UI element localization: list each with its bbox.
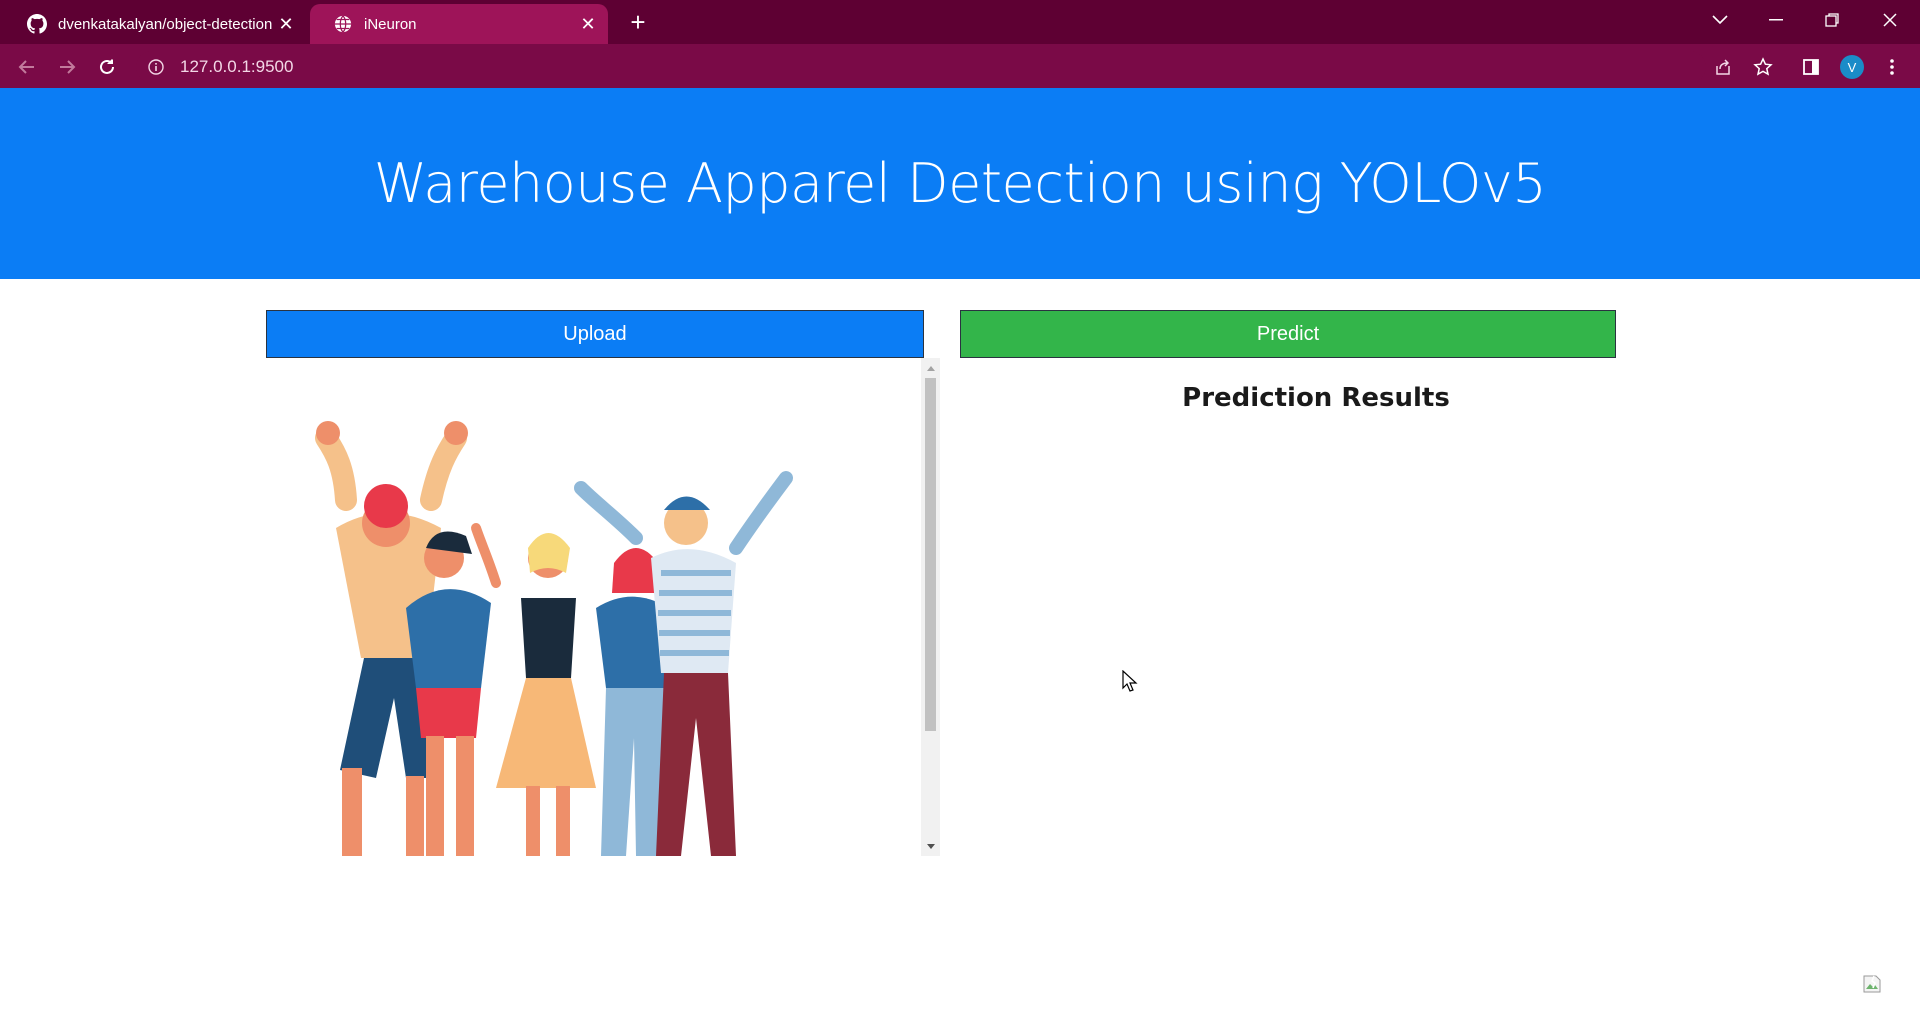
side-panel-icon[interactable]: [1796, 52, 1826, 82]
profile-avatar[interactable]: V: [1840, 55, 1864, 79]
scroll-up-arrow-icon[interactable]: [921, 360, 940, 376]
close-window-button[interactable]: [1862, 0, 1918, 40]
browser-tab-strip: dvenkatakalyan/object-detection ✕ iNeuro…: [0, 0, 1920, 44]
restore-button[interactable]: [1804, 0, 1860, 40]
prediction-results-title: Prediction Results: [1182, 383, 1450, 413]
globe-icon: [332, 13, 354, 35]
minimize-button[interactable]: [1748, 0, 1804, 40]
tab-title: dvenkatakalyan/object-detection: [58, 15, 273, 33]
broken-image-icon: [1862, 974, 1884, 996]
web-page: Warehouse Apparel Detection using YOLOv5…: [0, 88, 1920, 1032]
close-tab-icon[interactable]: ✕: [276, 14, 296, 34]
github-icon: [26, 13, 48, 35]
new-tab-button[interactable]: +: [624, 7, 652, 37]
page-title: Warehouse Apparel Detection using YOLOv5: [373, 152, 1547, 215]
browser-toolbar: 127.0.0.1:9500 V: [0, 44, 1920, 88]
close-tab-icon[interactable]: ✕: [578, 14, 598, 34]
mouse-pointer-icon: [1122, 669, 1138, 692]
tab-ineuron[interactable]: iNeuron ✕: [310, 4, 608, 44]
upload-button[interactable]: Upload: [266, 310, 924, 358]
page-header: Warehouse Apparel Detection using YOLOv5: [0, 88, 1920, 279]
image-panel-scrollbar[interactable]: [921, 358, 940, 856]
uploaded-image: [266, 358, 921, 856]
bookmark-star-icon[interactable]: [1748, 52, 1778, 82]
address-field[interactable]: 127.0.0.1:9500: [136, 51, 1706, 83]
reload-icon[interactable]: [92, 52, 122, 82]
share-icon[interactable]: [1708, 52, 1738, 82]
tab-github[interactable]: dvenkatakalyan/object-detection ✕: [4, 4, 306, 44]
tab-title: iNeuron: [364, 15, 417, 33]
tab-search-icon[interactable]: [1692, 0, 1748, 40]
predict-button[interactable]: Predict: [960, 310, 1616, 358]
forward-arrow-icon[interactable]: [52, 52, 82, 82]
scroll-down-arrow-icon[interactable]: [921, 838, 940, 854]
back-arrow-icon[interactable]: [12, 52, 42, 82]
uploaded-image-panel[interactable]: [266, 358, 940, 856]
scrollbar-thumb[interactable]: [925, 378, 936, 731]
more-menu-icon[interactable]: [1877, 52, 1907, 82]
url-text: 127.0.0.1:9500: [180, 57, 294, 76]
site-info-icon[interactable]: [146, 57, 166, 77]
